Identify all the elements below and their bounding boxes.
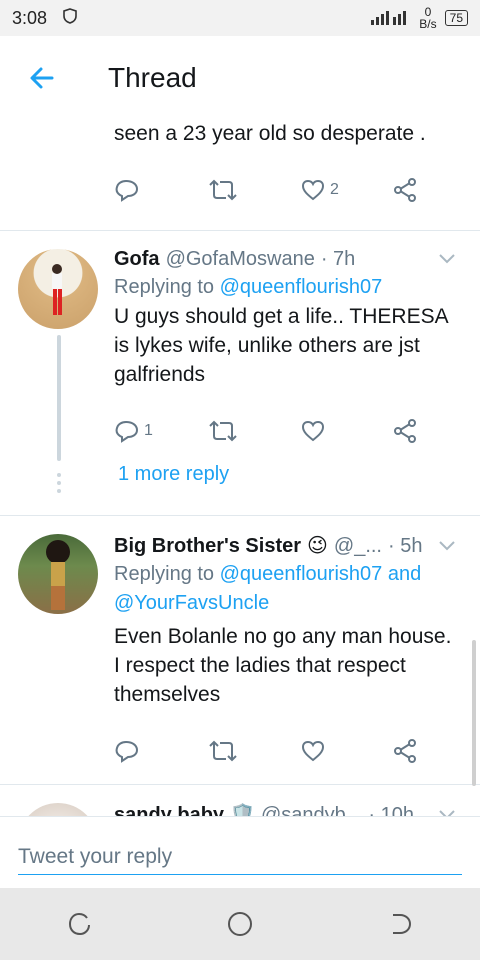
reply-count: 1 [144,422,153,439]
recents-icon [68,912,90,936]
share-icon [394,419,416,443]
reply-icon [115,740,139,763]
like-button[interactable] [300,738,392,764]
tweet-actions: 1 [114,411,460,451]
back-nav-icon [393,914,412,934]
app-header: Thread [0,36,480,120]
reply-button[interactable]: 1 [114,418,208,444]
display-name[interactable]: Big Brother's Sister [114,532,301,560]
status-time: 3:08 [12,7,48,28]
share-button[interactable] [392,738,418,764]
tweet-sandy-baby[interactable]: sandy baby 🛡️ @sandyb... · 10h [0,785,480,816]
display-name[interactable]: sandy baby [114,801,224,816]
more-replies-link[interactable]: 1 more reply [118,463,460,486]
like-button[interactable]: 2 [300,177,392,203]
user-handle[interactable]: @GofaMoswane [166,245,315,273]
like-button[interactable] [300,418,392,444]
retweet-icon [209,179,237,201]
back-nav-button[interactable] [370,899,430,949]
replying-to-link[interactable]: @queenflourish07 and [220,563,422,585]
retweet-button[interactable] [208,738,300,764]
tweet-time: · 10h [368,804,415,816]
share-button[interactable] [392,177,418,203]
reply-button[interactable] [114,177,208,203]
thread-dots [57,473,61,493]
battery-indicator: 75 [444,10,468,26]
replying-prefix: Replying to [114,563,220,585]
tweet-header: Big Brother's Sister 😉 @_... · 5h [114,532,460,560]
reply-bar [0,816,480,888]
replying-prefix: Replying to [114,276,220,298]
status-bar: 3:08 0 B/s 75 [0,0,480,36]
scrollbar[interactable] [472,640,476,786]
recents-button[interactable] [50,899,110,949]
tweet-time: · 5h [388,535,423,557]
net-speed: 0 B/s [419,6,436,30]
replying-to: Replying to @queenflourish07 [114,273,460,302]
tweet-text: Even Bolanle no go any man house. I resp… [114,625,452,706]
retweet-button[interactable] [208,177,300,203]
avatar[interactable] [18,803,98,816]
retweet-icon [209,740,237,762]
avatar-figure [46,540,70,610]
replying-to-link[interactable]: @queenflourish07 [220,276,383,298]
retweet-icon [209,420,237,442]
like-icon [301,420,325,442]
display-name[interactable]: Gofa [114,245,160,273]
chevron-down-icon[interactable] [438,809,456,816]
chevron-down-icon[interactable] [438,253,456,265]
user-handle[interactable]: @sandyb... [261,801,362,816]
retweet-button[interactable] [208,418,300,444]
user-handle[interactable]: @_... [334,532,382,560]
thread-line [57,335,61,461]
avatar[interactable] [18,534,98,614]
share-icon [394,739,416,763]
page-title: Thread [108,62,197,93]
like-icon [301,179,325,201]
tweet-header: Gofa @GofaMoswane · 7h [114,245,460,273]
share-icon [394,178,416,202]
reply-icon [115,420,139,443]
net-speed-unit: B/s [419,17,437,31]
back-button[interactable] [0,64,84,92]
replying-to-link-2[interactable]: @YourFavsUncle [114,592,269,614]
previous-tweet[interactable]: seen a 23 year old so desperate . 2 [0,120,480,210]
avatar-figure [52,264,62,315]
shield-emoji: 🛡️ [230,804,255,816]
back-arrow-icon [30,67,54,89]
signal-icon [369,8,411,29]
reply-icon [115,179,139,202]
home-button[interactable] [210,899,270,949]
reply-input[interactable] [18,839,462,875]
tweet-text: U guys should get a life.. THERESA is ly… [114,305,448,386]
avatar[interactable] [18,249,98,329]
system-nav-bar [0,888,480,960]
tweet-big-brothers-sister[interactable]: Big Brother's Sister 😉 @_... · 5h Replyi… [0,516,480,784]
like-icon [301,740,325,762]
tweet-actions: 2 [114,170,480,210]
tweet-gofa[interactable]: Gofa @GofaMoswane · 7h Replying to @quee… [0,231,480,515]
reply-button[interactable] [114,738,208,764]
chevron-down-icon[interactable] [438,540,456,552]
like-count: 2 [330,181,339,198]
tweet-actions [114,731,460,771]
wink-emoji: 😉 [307,535,328,557]
home-icon [228,912,252,936]
tweet-header: sandy baby 🛡️ @sandyb... · 10h [114,801,460,816]
tweet-time: · 7h [320,248,356,270]
replying-to: Replying to @queenflourish07 and @YourFa… [114,560,460,618]
thread-feed[interactable]: seen a 23 year old so desperate . 2 Gofa… [0,120,480,816]
tweet-text: seen a 23 year old so desperate . [114,122,426,145]
share-button[interactable] [392,418,418,444]
shield-status-icon [61,7,79,30]
